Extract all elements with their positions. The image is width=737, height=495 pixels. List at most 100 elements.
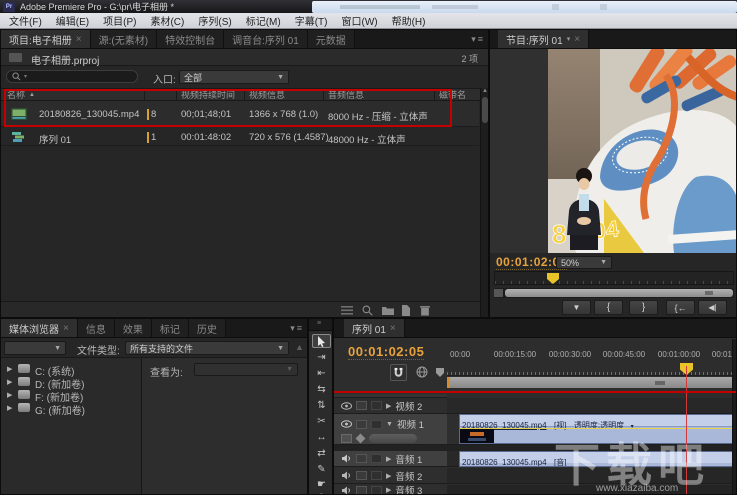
- mark-in-button[interactable]: {: [594, 300, 623, 315]
- track-label[interactable]: 音频 2: [395, 469, 422, 483]
- mark-out-button[interactable]: }: [629, 300, 658, 315]
- close-icon[interactable]: ×: [76, 34, 82, 45]
- tree-item-drive-d[interactable]: ▶ D: (新加卷): [1, 375, 141, 391]
- track-header-video1[interactable]: ▼ 视频 1: [334, 414, 447, 445]
- expander-icon[interactable]: ▶: [7, 391, 12, 399]
- panel-menu-icon[interactable]: ▾ ≡: [285, 319, 307, 337]
- encore-marker-icon[interactable]: [416, 366, 428, 378]
- tab-sequence[interactable]: 序列 01 ×: [344, 319, 405, 337]
- playhead-line[interactable]: [686, 366, 687, 494]
- expander-icon[interactable]: ▶: [386, 402, 391, 410]
- tab-info[interactable]: 信息: [77, 319, 115, 337]
- tool-pen[interactable]: ✎: [312, 462, 331, 476]
- tool-rate-stretch[interactable]: ⇅: [312, 398, 331, 412]
- lane-audio2[interactable]: [447, 468, 736, 484]
- program-mini-ruler[interactable]: [494, 271, 734, 285]
- lock-toggle[interactable]: [371, 485, 382, 494]
- add-marker-button[interactable]: ▼: [562, 300, 591, 315]
- up-directory-icon[interactable]: ▲: [295, 342, 304, 352]
- tool-selection[interactable]: [312, 334, 331, 348]
- lock-toggle[interactable]: [371, 454, 382, 463]
- keyframe-icon[interactable]: [355, 433, 366, 444]
- tab-program[interactable]: 节目:序列 01 ▾ ×: [498, 30, 590, 48]
- speaker-icon[interactable]: [341, 471, 352, 480]
- scrollbar-track[interactable]: [505, 289, 733, 297]
- tree-item-drive-g[interactable]: ▶ G: (新加卷): [1, 401, 141, 417]
- tool-zoom[interactable]: ⊕: [312, 490, 331, 495]
- expander-icon[interactable]: ▶: [386, 486, 391, 494]
- expander-icon[interactable]: ▶: [7, 378, 12, 386]
- new-bin-icon[interactable]: [382, 306, 394, 315]
- lane-audio3[interactable]: [447, 485, 736, 494]
- step-back-button[interactable]: ◀|: [698, 300, 727, 315]
- sync-lock-icon[interactable]: [356, 485, 367, 494]
- work-area-center-grip[interactable]: [655, 380, 665, 385]
- caret-down-icon[interactable]: ▾: [631, 424, 634, 430]
- tool-rolling-edit[interactable]: ⇆: [312, 382, 331, 396]
- trash-icon[interactable]: [420, 305, 430, 316]
- file-type-dropdown[interactable]: 所有支持的文件 ▼: [125, 341, 289, 355]
- lane-video2[interactable]: [447, 398, 736, 414]
- track-slider[interactable]: [369, 434, 417, 443]
- timeline-scrollbar[interactable]: [732, 339, 736, 494]
- set-marker-icon[interactable]: [436, 368, 444, 377]
- work-area-bar[interactable]: [447, 377, 736, 388]
- sync-lock-icon[interactable]: [356, 419, 367, 429]
- program-playhead-marker[interactable]: [547, 273, 559, 284]
- expander-icon[interactable]: ▶: [7, 365, 12, 373]
- tab-audio-mixer[interactable]: 调音台:序列 01: [224, 30, 308, 48]
- close-icon[interactable]: ×: [390, 323, 396, 334]
- tab-effect-controls[interactable]: 特效控制台: [157, 30, 225, 48]
- tab-metadata[interactable]: 元数据: [307, 30, 355, 48]
- expander-icon[interactable]: ▶: [386, 455, 391, 463]
- menu-sequence[interactable]: 序列(S): [191, 13, 238, 28]
- entry-dropdown[interactable]: 全部 ▼: [179, 70, 289, 84]
- col-name[interactable]: 名称 ▲: [7, 89, 35, 100]
- speaker-icon[interactable]: [341, 454, 352, 463]
- display-style-icon[interactable]: [341, 434, 352, 443]
- video-clip[interactable]: 20180826_130045.mp4 [视] 透明度:透明度 ▾: [459, 414, 736, 444]
- col-tape[interactable]: 磁带名: [439, 89, 466, 100]
- track-header-video2[interactable]: ▶ 视频 2: [334, 398, 447, 414]
- scroll-up-icon[interactable]: ▲: [482, 88, 488, 94]
- scrollbar-thumb[interactable]: [482, 97, 488, 123]
- menu-clip[interactable]: 素材(C): [143, 13, 191, 28]
- col-duration[interactable]: 视频持续时间: [181, 89, 235, 100]
- tab-effects[interactable]: 效果: [114, 319, 152, 337]
- new-item-icon[interactable]: [401, 305, 411, 316]
- snap-button[interactable]: [390, 364, 407, 381]
- table-row[interactable]: 序列 01 1 00:01:48:02 720 x 576 (1.4587) 4…: [1, 127, 479, 146]
- col-audio-info[interactable]: 音频信息: [328, 89, 364, 100]
- view-as-dropdown[interactable]: ▼: [194, 363, 298, 376]
- track-label[interactable]: 视频 1: [397, 417, 424, 431]
- tab-history[interactable]: 历史: [188, 319, 226, 337]
- tab-project[interactable]: 项目:电子相册 ×: [1, 30, 91, 48]
- expander-icon[interactable]: ▶: [7, 404, 12, 412]
- menu-edit[interactable]: 编辑(E): [49, 13, 96, 28]
- menu-project[interactable]: 项目(P): [96, 13, 143, 28]
- track-header-audio1[interactable]: ▶ 音频 1: [334, 451, 447, 467]
- close-icon[interactable]: ×: [63, 323, 69, 334]
- tree-item-drive-f[interactable]: ▶ F: (新加卷): [1, 388, 141, 404]
- table-row[interactable]: 20180826_130045.mp4 8 00;01;48;01 1366 x…: [1, 101, 479, 127]
- sync-lock-icon[interactable]: [356, 454, 367, 463]
- tree-item-drive-c[interactable]: ▶ C: (系统): [1, 362, 141, 378]
- project-scrollbar[interactable]: ▲: [480, 88, 488, 317]
- goto-in-button[interactable]: {←: [666, 300, 695, 315]
- menu-marker[interactable]: 标记(M): [239, 13, 288, 28]
- track-label[interactable]: 音频 3: [395, 483, 422, 494]
- menu-window[interactable]: 窗口(W): [334, 13, 384, 28]
- lock-toggle[interactable]: [371, 471, 382, 480]
- tool-slide[interactable]: ⇄: [312, 446, 331, 460]
- menu-title[interactable]: 字幕(T): [288, 13, 335, 28]
- tab-markers[interactable]: 标记: [151, 319, 189, 337]
- close-icon[interactable]: ×: [574, 34, 580, 45]
- list-view-icon[interactable]: [341, 306, 353, 315]
- zoom-level-dropdown[interactable]: 50% ▼: [556, 256, 612, 269]
- sync-lock-icon[interactable]: [356, 471, 367, 480]
- search-input[interactable]: ▾: [6, 70, 138, 83]
- menu-help[interactable]: 帮助(H): [385, 13, 433, 28]
- sync-lock-icon[interactable]: [356, 401, 367, 410]
- find-icon[interactable]: [362, 305, 373, 316]
- lock-toggle[interactable]: [371, 419, 382, 429]
